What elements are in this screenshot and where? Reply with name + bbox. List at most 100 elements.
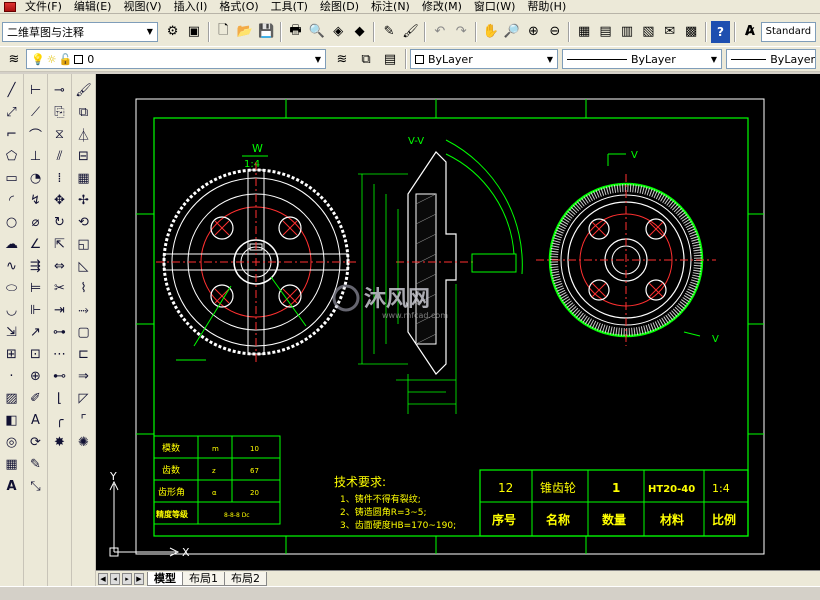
text-style-dropdown[interactable]: Standard bbox=[760, 21, 816, 42]
lineweight-dropdown[interactable]: ByLayer bbox=[726, 49, 816, 69]
save-icon[interactable]: 💾 bbox=[256, 21, 275, 43]
qleader-icon[interactable]: ↗ bbox=[26, 322, 46, 343]
fillet2-icon[interactable]: ⌜ bbox=[74, 410, 94, 431]
ellipse-icon[interactable]: ⬭ bbox=[2, 278, 22, 299]
calculator-icon[interactable]: ▩ bbox=[681, 21, 700, 43]
dim-text-edit-icon[interactable]: A bbox=[26, 410, 46, 431]
erase-icon[interactable]: ⊸ bbox=[50, 80, 70, 101]
prev-tab-icon[interactable]: ◂ bbox=[110, 572, 120, 585]
menu-window[interactable]: 窗口(W) bbox=[468, 0, 521, 14]
sheet-set-icon[interactable]: ▧ bbox=[639, 21, 658, 43]
linear-dim-icon[interactable]: ⊢ bbox=[26, 80, 46, 101]
arc-length-icon[interactable]: ⌒ bbox=[26, 124, 46, 145]
copy-icon[interactable]: ⎘ bbox=[50, 102, 70, 123]
design-center-icon[interactable]: ▤ bbox=[596, 21, 615, 43]
menu-insert[interactable]: 插入(I) bbox=[168, 0, 214, 14]
revision-cloud-icon[interactable]: ☁ bbox=[2, 234, 22, 255]
trim2-icon[interactable]: ⌇ bbox=[74, 278, 94, 299]
circle-icon[interactable]: ○ bbox=[2, 212, 22, 233]
dim-edit-icon[interactable]: ✐ bbox=[26, 388, 46, 409]
extend2-icon[interactable]: ⤑ bbox=[74, 300, 94, 321]
table-icon[interactable]: ▦ bbox=[2, 454, 22, 475]
point-icon[interactable]: · bbox=[2, 366, 22, 387]
quick-dim-icon[interactable]: ⇶ bbox=[26, 256, 46, 277]
menu-modify[interactable]: 修改(M) bbox=[416, 0, 468, 14]
new-file-icon[interactable]: 🗋 bbox=[214, 21, 233, 43]
help-icon[interactable]: ? bbox=[710, 20, 731, 43]
tolerance-icon[interactable]: ⊡ bbox=[26, 344, 46, 365]
rotate2-icon[interactable]: ⟲ bbox=[74, 212, 94, 233]
linetype-dropdown[interactable]: ByLayer ▼ bbox=[562, 49, 722, 69]
redo-icon[interactable]: ↷ bbox=[452, 21, 471, 43]
undo-icon[interactable]: ↶ bbox=[430, 21, 449, 43]
fillet-icon[interactable]: ╭ bbox=[50, 410, 70, 431]
menu-edit[interactable]: 编辑(E) bbox=[68, 0, 118, 14]
baseline-icon[interactable]: ⊨ bbox=[26, 278, 46, 299]
tab-layout1[interactable]: 布局1 bbox=[182, 571, 225, 586]
scale2-icon[interactable]: ◱ bbox=[74, 234, 94, 255]
plot-icon[interactable]: 🖶 bbox=[286, 21, 305, 43]
menu-draw[interactable]: 绘图(D) bbox=[314, 0, 365, 14]
array-icon[interactable]: ⁞ bbox=[50, 168, 70, 189]
menu-format[interactable]: 格式(O) bbox=[213, 0, 264, 14]
chamfer2-icon[interactable]: ◸ bbox=[74, 388, 94, 409]
make-layer-current-icon[interactable]: ≋ bbox=[331, 48, 353, 70]
dim-update-icon[interactable]: ⟳ bbox=[26, 432, 46, 453]
tool-palettes-icon[interactable]: ▥ bbox=[617, 21, 636, 43]
spline-icon[interactable]: ∿ bbox=[2, 256, 22, 277]
explode2-icon[interactable]: ✺ bbox=[74, 432, 94, 453]
menu-tools[interactable]: 工具(T) bbox=[265, 0, 314, 14]
break-icon[interactable]: ⋯ bbox=[50, 344, 70, 365]
3d-dwf-icon[interactable]: ◆ bbox=[350, 21, 369, 43]
tab-model[interactable]: 模型 bbox=[147, 571, 183, 586]
stack-icon[interactable]: ⊟ bbox=[74, 146, 94, 167]
workspace-settings-icon[interactable]: ⚙ bbox=[163, 21, 182, 43]
stretch-icon[interactable]: ⇔ bbox=[50, 256, 70, 277]
radius-dim-icon[interactable]: ◔ bbox=[26, 168, 46, 189]
polygon-icon[interactable]: ⬠ bbox=[2, 146, 22, 167]
break2-icon[interactable]: ⊏ bbox=[74, 344, 94, 365]
move-icon[interactable]: ✥ bbox=[50, 190, 70, 211]
aligned-dim-icon[interactable]: ⟋ bbox=[26, 102, 46, 123]
open-file-icon[interactable]: 📂 bbox=[235, 21, 254, 43]
zoom-window-icon[interactable]: ⊕ bbox=[524, 21, 543, 43]
dim-style2-icon[interactable]: ⤡ bbox=[26, 476, 46, 497]
cut-icon[interactable]: ✎ bbox=[379, 21, 398, 43]
menu-file[interactable]: 文件(F) bbox=[19, 0, 68, 14]
join-icon[interactable]: ⊷ bbox=[50, 366, 70, 387]
join2-icon[interactable]: ⇒ bbox=[74, 366, 94, 387]
angular-dim-icon[interactable]: ∠ bbox=[26, 234, 46, 255]
rectangle-icon[interactable]: ▭ bbox=[2, 168, 22, 189]
properties-icon[interactable]: ▦ bbox=[574, 21, 593, 43]
first-tab-icon[interactable]: ◀ bbox=[98, 572, 108, 585]
drawing-canvas[interactable]: W 1:4 V-V V V 沐风网 www.mfcad.com 模数 m 10 … bbox=[96, 74, 820, 570]
insert-block-icon[interactable]: ⇲ bbox=[2, 322, 22, 343]
tab-layout2[interactable]: 布局2 bbox=[224, 571, 267, 586]
arc-icon[interactable]: ◜ bbox=[2, 190, 22, 211]
continue-icon[interactable]: ⊩ bbox=[26, 300, 46, 321]
layer-states-icon[interactable]: ▤ bbox=[379, 48, 401, 70]
mirror2-icon[interactable]: ⏃ bbox=[74, 124, 94, 145]
layer-manager-icon[interactable]: ≋ bbox=[3, 48, 25, 70]
menu-view[interactable]: 视图(V) bbox=[117, 0, 167, 14]
plot-preview-icon[interactable]: 🔍 bbox=[307, 21, 326, 43]
move2-icon[interactable]: ✢ bbox=[74, 190, 94, 211]
grid-array-icon[interactable]: ▦ bbox=[74, 168, 94, 189]
publish-icon[interactable]: ◈ bbox=[329, 21, 348, 43]
color-dropdown[interactable]: ByLayer ▼ bbox=[410, 49, 558, 69]
break-point-icon[interactable]: ⊶ bbox=[50, 322, 70, 343]
last-tab-icon[interactable]: ▶ bbox=[134, 572, 144, 585]
hatch-icon[interactable]: ▨ bbox=[2, 388, 22, 409]
zoom-realtime-icon[interactable]: 🔎 bbox=[502, 21, 521, 43]
workspace-save-icon[interactable]: ▣ bbox=[184, 21, 203, 43]
dim-style-icon[interactable]: ✎ bbox=[26, 454, 46, 475]
rotate-icon[interactable]: ↻ bbox=[50, 212, 70, 233]
center-mark-icon[interactable]: ⊕ bbox=[26, 366, 46, 387]
stretch2-icon[interactable]: ◺ bbox=[74, 256, 94, 277]
scale-icon[interactable]: ⇱ bbox=[50, 234, 70, 255]
pan-icon[interactable]: ✋ bbox=[481, 21, 500, 43]
diameter-dim-icon[interactable]: ⌀ bbox=[26, 212, 46, 233]
region-icon[interactable]: ◎ bbox=[2, 432, 22, 453]
app-icon[interactable] bbox=[4, 1, 16, 12]
make-block-icon[interactable]: ⊞ bbox=[2, 344, 22, 365]
